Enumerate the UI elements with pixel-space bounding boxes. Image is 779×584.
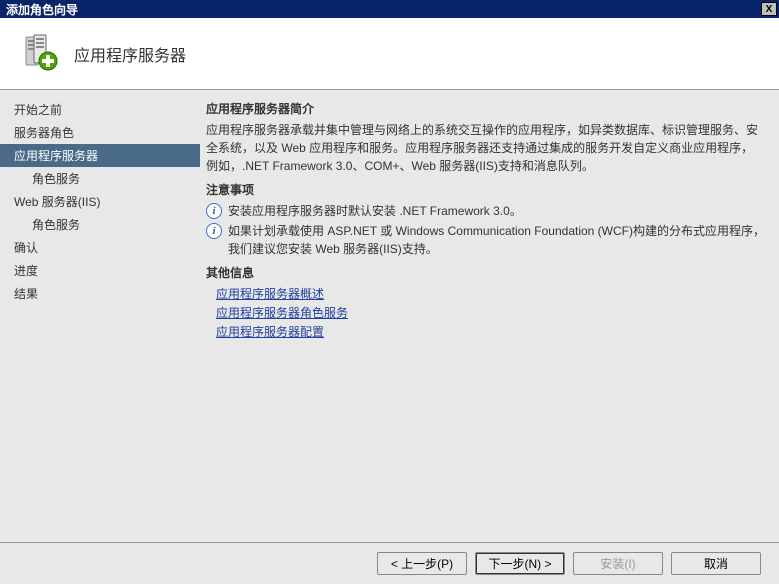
cancel-button[interactable]: 取消 xyxy=(671,552,761,575)
close-button[interactable]: X xyxy=(761,2,777,16)
install-button: 安装(I) xyxy=(573,552,663,575)
next-button[interactable]: 下一步(N) > xyxy=(475,552,565,575)
wizard-header: 应用程序服务器 xyxy=(0,18,779,90)
info-icon: i xyxy=(206,223,222,239)
other-info-title: 其他信息 xyxy=(206,264,765,281)
sidebar-item-2[interactable]: 应用程序服务器 xyxy=(0,144,200,167)
link-overview[interactable]: 应用程序服务器概述 xyxy=(216,285,765,302)
note-text: 安装应用程序服务器时默认安装 .NET Framework 3.0。 xyxy=(228,202,522,220)
window-title: 添加角色向导 xyxy=(2,1,761,18)
wizard-body: 开始之前服务器角色应用程序服务器角色服务Web 服务器(IIS)角色服务确认进度… xyxy=(0,90,779,542)
note-row: i 安装应用程序服务器时默认安装 .NET Framework 3.0。 xyxy=(206,202,765,220)
titlebar: 添加角色向导 X xyxy=(0,0,779,18)
sidebar-item-8[interactable]: 结果 xyxy=(0,282,200,305)
wizard-footer: < 上一步(P) 下一步(N) > 安装(I) 取消 xyxy=(0,542,779,584)
wizard-sidebar: 开始之前服务器角色应用程序服务器角色服务Web 服务器(IIS)角色服务确认进度… xyxy=(0,90,200,542)
sidebar-item-7[interactable]: 进度 xyxy=(0,259,200,282)
notes-title: 注意事项 xyxy=(206,181,765,198)
info-icon: i xyxy=(206,203,222,219)
note-row: i 如果计划承载使用 ASP.NET 或 Windows Communicati… xyxy=(206,222,765,258)
sidebar-item-0[interactable]: 开始之前 xyxy=(0,98,200,121)
server-icon xyxy=(18,33,60,75)
content-panel: 应用程序服务器简介 应用程序服务器承载并集中管理与网络上的系统交互操作的应用程序… xyxy=(200,90,779,542)
link-role-services[interactable]: 应用程序服务器角色服务 xyxy=(216,304,765,321)
page-title: 应用程序服务器 xyxy=(74,42,186,66)
sidebar-item-1[interactable]: 服务器角色 xyxy=(0,121,200,144)
intro-title: 应用程序服务器简介 xyxy=(206,100,765,117)
prev-button[interactable]: < 上一步(P) xyxy=(377,552,467,575)
note-text: 如果计划承载使用 ASP.NET 或 Windows Communication… xyxy=(228,222,765,258)
link-configuration[interactable]: 应用程序服务器配置 xyxy=(216,323,765,340)
sidebar-item-4[interactable]: Web 服务器(IIS) xyxy=(0,190,200,213)
intro-text: 应用程序服务器承载并集中管理与网络上的系统交互操作的应用程序，如异类数据库、标识… xyxy=(206,121,765,175)
sidebar-item-6[interactable]: 确认 xyxy=(0,236,200,259)
sidebar-item-3[interactable]: 角色服务 xyxy=(0,167,200,190)
sidebar-item-5[interactable]: 角色服务 xyxy=(0,213,200,236)
